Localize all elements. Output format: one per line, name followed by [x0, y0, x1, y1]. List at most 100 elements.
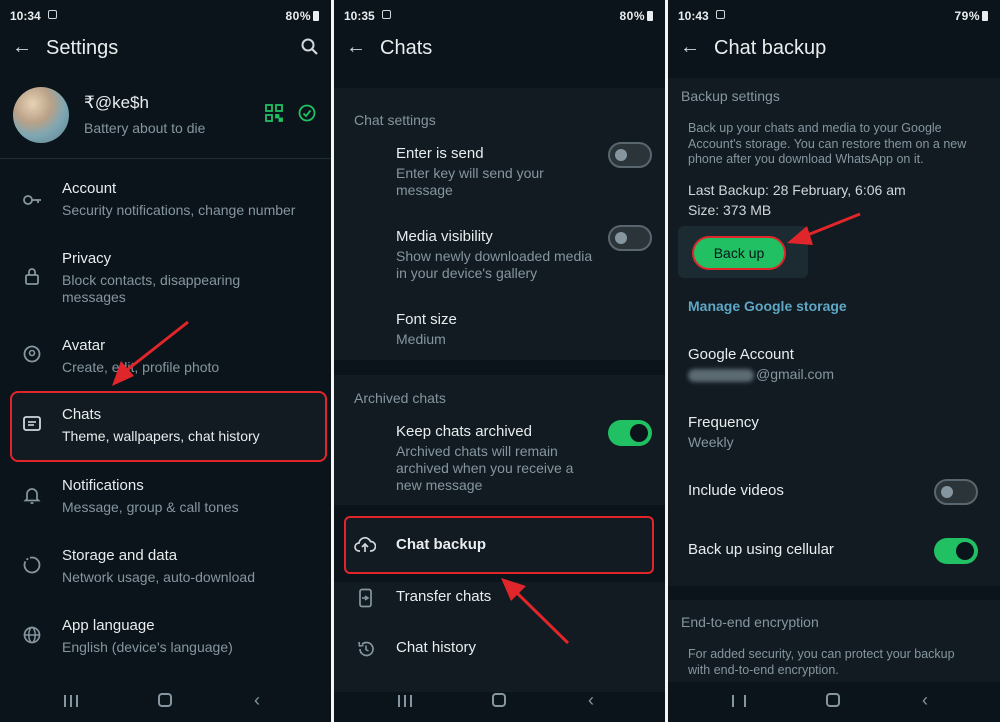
page-title: Settings — [46, 37, 119, 59]
qr-code-icon[interactable] — [265, 104, 283, 122]
screenshot-composite: 10:34 80% ← Settings ₹@ke$h Battery abou… — [0, 0, 1000, 722]
transfer-chats-item[interactable]: Transfer chats — [334, 586, 665, 612]
gallery-notification-icon — [716, 10, 725, 19]
keep-archived-title: Keep chats archived — [396, 423, 532, 440]
app-bar: ← Chats — [334, 30, 665, 68]
system-nav-bar: ‹ — [0, 682, 331, 722]
system-nav-bar: ‹ — [668, 682, 1000, 722]
avatar[interactable] — [13, 87, 69, 143]
chat-icon — [22, 414, 42, 434]
status-battery: 80% — [619, 9, 653, 23]
status-time: 10:34 — [10, 9, 41, 23]
backup-button[interactable]: Back up — [692, 236, 786, 270]
settings-item-title: Chats — [62, 406, 102, 423]
app-bar: ← Chat backup — [668, 30, 1000, 68]
frequency-title[interactable]: Frequency — [688, 414, 759, 431]
nav-back-icon[interactable]: ‹ — [922, 690, 928, 711]
recent-apps-icon[interactable] — [64, 695, 78, 707]
system-nav-bar: ‹ — [334, 682, 665, 722]
settings-item-notifications[interactable]: Notifications Message, group & call tone… — [0, 475, 331, 519]
back-arrow-icon[interactable]: ← — [346, 36, 366, 59]
battery-icon — [982, 11, 988, 21]
chat-backup-label: Chat backup — [396, 536, 487, 553]
enter-is-send-title: Enter is send — [396, 145, 484, 162]
settings-item-chats[interactable]: Chats Theme, wallpapers, chat history — [0, 404, 331, 450]
back-arrow-icon[interactable]: ← — [680, 36, 700, 59]
history-icon — [356, 639, 376, 659]
key-icon — [22, 190, 42, 210]
enter-is-send-toggle[interactable] — [608, 142, 652, 168]
font-size-title[interactable]: Font size — [396, 311, 457, 328]
settings-item-title: Avatar — [62, 337, 106, 354]
google-account-title[interactable]: Google Account — [688, 346, 794, 363]
gallery-notification-icon — [382, 10, 391, 19]
section-e2e: End-to-end encryption — [681, 614, 819, 630]
status-time: 10:35 — [344, 9, 375, 23]
recent-apps-icon[interactable] — [398, 695, 412, 707]
keep-archived-toggle[interactable] — [608, 420, 652, 446]
chat-settings-group — [334, 88, 665, 360]
redacted-email — [688, 369, 754, 382]
app-bar: ← Settings — [0, 30, 331, 68]
bell-icon — [22, 485, 42, 505]
status-time: 10:43 — [678, 9, 709, 23]
settings-item-subtitle: Security notifications, change number — [62, 202, 296, 218]
last-backup: Last Backup: 28 February, 6:06 am — [688, 182, 906, 198]
media-visibility-subtitle: Show newly downloaded media in your devi… — [396, 248, 593, 281]
status-bar: 10:35 80% — [334, 0, 665, 30]
frequency-value: Weekly — [688, 434, 734, 450]
profile-status[interactable]: Battery about to die — [84, 120, 205, 136]
settings-item-avatar[interactable]: Avatar Create, edit, profile photo — [0, 335, 331, 379]
avatar-icon — [22, 344, 42, 364]
home-icon[interactable] — [826, 693, 840, 707]
back-arrow-icon[interactable]: ← — [12, 36, 32, 59]
battery-icon — [313, 11, 319, 21]
settings-item-subtitle: Block contacts, disappearing messages — [62, 272, 241, 305]
settings-item-account[interactable]: Account Security notifications, change n… — [0, 178, 331, 230]
phone-transfer-icon — [356, 588, 376, 608]
settings-item-subtitle: Message, group & call tones — [62, 499, 239, 515]
home-icon[interactable] — [492, 693, 506, 707]
enter-is-send-subtitle: Enter key will send your message — [396, 165, 544, 198]
chats-settings-screen: 10:35 80% ← Chats Chat settings Enter is… — [334, 0, 665, 722]
status-bar: 10:43 79% — [668, 0, 1000, 30]
settings-item-privacy[interactable]: Privacy Block contacts, disappearing mes… — [0, 248, 331, 310]
chat-backup-item[interactable]: Chat backup — [344, 530, 654, 560]
home-icon[interactable] — [158, 693, 172, 707]
settings-item-title: Account — [62, 180, 117, 197]
nav-back-icon[interactable]: ‹ — [588, 690, 594, 711]
chat-history-item[interactable]: Chat history — [334, 637, 665, 663]
status-battery: 79% — [954, 9, 988, 23]
profile-name[interactable]: ₹@ke$h — [84, 93, 149, 113]
chat-history-label: Chat history — [396, 639, 477, 656]
settings-item-subtitle: Network usage, auto-download — [62, 569, 256, 585]
media-visibility-toggle[interactable] — [608, 225, 652, 251]
battery-icon — [647, 11, 653, 21]
include-videos-title: Include videos — [688, 482, 784, 499]
e2e-description: For added security, you can protect your… — [688, 647, 955, 677]
page-title: Chat backup — [714, 37, 827, 59]
search-icon[interactable] — [301, 38, 319, 56]
cloud-upload-icon — [354, 535, 376, 555]
backup-size: Size: 373 MB — [688, 202, 772, 218]
media-visibility-title: Media visibility — [396, 228, 493, 245]
settings-item-app-language[interactable]: App language English (device's language) — [0, 615, 331, 659]
gallery-notification-icon — [48, 10, 57, 19]
lock-icon — [22, 266, 42, 286]
manage-google-storage-link[interactable]: Manage Google storage — [688, 298, 847, 314]
status-bar: 10:34 80% — [0, 0, 331, 30]
settings-item-storage[interactable]: Storage and data Network usage, auto-dow… — [0, 545, 331, 589]
section-backup-settings: Backup settings — [681, 88, 780, 104]
settings-item-subtitle: Theme, wallpapers, chat history — [62, 428, 260, 444]
nav-back-icon[interactable]: ‹ — [254, 690, 260, 711]
include-videos-toggle[interactable] — [934, 479, 978, 505]
cellular-title: Back up using cellular — [688, 541, 834, 558]
transfer-chats-label: Transfer chats — [396, 588, 492, 605]
settings-item-title: Notifications — [62, 477, 144, 494]
cellular-toggle[interactable] — [934, 538, 978, 564]
backup-description: Back up your chats and media to your Goo… — [688, 121, 967, 166]
check-circle-icon[interactable] — [298, 104, 316, 122]
recent-apps-icon[interactable] — [732, 695, 746, 707]
settings-item-subtitle: English (device's language) — [62, 639, 233, 655]
divider — [0, 158, 331, 159]
